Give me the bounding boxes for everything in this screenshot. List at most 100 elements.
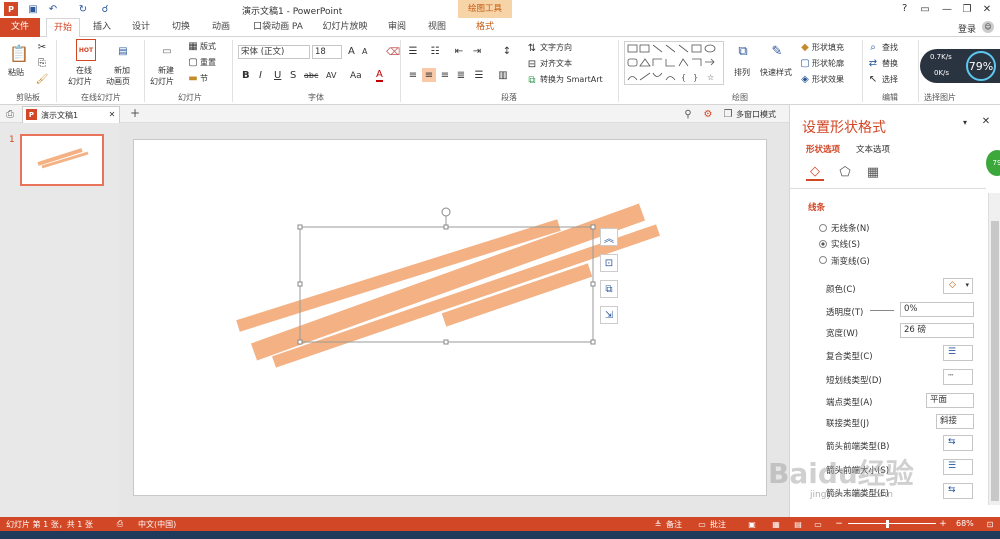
solid-line-label[interactable]: 实线(S) [831, 238, 860, 250]
no-line-radio[interactable] [819, 224, 827, 232]
resize-handle[interactable] [590, 339, 596, 345]
resize-handle[interactable] [297, 281, 303, 287]
new-animation-label-1[interactable]: 新加 [114, 65, 130, 76]
no-line-label[interactable]: 无线条(N) [831, 222, 870, 234]
reading-view-icon[interactable]: ▤ [792, 518, 804, 530]
transparency-input[interactable]: 0% [900, 302, 974, 317]
resize-handle[interactable] [443, 224, 449, 230]
find-label[interactable]: 查找 [882, 42, 898, 53]
strikethrough-button[interactable]: abc [304, 71, 318, 80]
align-center-icon[interactable]: ≡ [422, 68, 436, 82]
transparency-slider[interactable] [870, 310, 894, 311]
distributed-icon[interactable]: ☰ [472, 68, 486, 82]
paste-label[interactable]: 粘贴 [8, 67, 24, 78]
tab-shape-options[interactable]: 形状选项 [806, 143, 840, 155]
smartart-label[interactable]: 转换为 SmartArt [540, 74, 603, 85]
find-icon[interactable]: ⌕ [868, 42, 878, 53]
width-input[interactable]: 26 磅 [900, 323, 974, 338]
zoom-out-icon[interactable]: − [834, 518, 844, 530]
minimize-icon[interactable]: — [940, 2, 954, 16]
dash-type-button[interactable]: ┅ [943, 369, 973, 385]
tab-text-options[interactable]: 文本选项 [856, 143, 890, 155]
close-icon[interactable]: ✕ [980, 2, 994, 16]
shape-outline-icon[interactable]: ▢ [800, 58, 810, 69]
zoom-slider-thumb[interactable] [886, 520, 889, 528]
pin-icon[interactable]: ⚲ [682, 108, 694, 120]
save-icon[interactable]: ▣ [26, 2, 40, 16]
cap-type-select[interactable]: 平面 [926, 393, 974, 408]
multi-window-icon[interactable]: ❐ [722, 108, 734, 120]
line-shapes[interactable] [134, 140, 768, 497]
slide-thumbnail[interactable] [20, 134, 104, 186]
tab-format[interactable]: 格式 [462, 18, 508, 37]
pane-dropdown-icon[interactable]: ▾ [960, 117, 970, 127]
online-slide-icon[interactable]: HOT [76, 39, 96, 61]
gradient-line-label[interactable]: 渐变线(G) [831, 255, 870, 267]
replace-label[interactable]: 替换 [882, 58, 898, 69]
comments-button[interactable]: 批注 [710, 519, 726, 530]
tab-design[interactable]: 设计 [124, 18, 158, 37]
numbering-icon[interactable]: ☷ [428, 44, 442, 58]
quick-styles-label[interactable]: 快速样式 [760, 67, 792, 78]
new-animation-label-2[interactable]: 动画页 [106, 76, 130, 87]
sorter-view-icon[interactable]: ▦ [770, 518, 782, 530]
cut-icon[interactable]: ✂ [36, 41, 48, 53]
replace-icon[interactable]: ⇄ [868, 58, 878, 69]
shape-style-icon[interactable]: ⊡ [600, 254, 618, 272]
grow-font-button[interactable]: A [348, 46, 355, 57]
shape-outline-label[interactable]: 形状轮廓 [812, 58, 844, 69]
shape-fill-float-icon[interactable]: ⧉ [600, 280, 618, 298]
align-left-icon[interactable]: ≡ [406, 68, 420, 82]
columns-icon[interactable]: ▥ [496, 68, 510, 82]
text-direction-label[interactable]: 文字方向 [540, 42, 572, 53]
italic-button[interactable]: I [259, 70, 262, 81]
quick-access-icon[interactable]: ☌ [98, 2, 112, 16]
font-size-select[interactable]: 18 [312, 45, 342, 59]
size-properties-icon[interactable]: ▦ [864, 163, 882, 181]
language[interactable]: 中文(中国) [138, 519, 176, 530]
text-direction-icon[interactable]: ⇅ [526, 42, 538, 54]
shape-effect-label[interactable]: 形状效果 [812, 74, 844, 85]
tab-view[interactable]: 视图 [420, 18, 454, 37]
arrange-icon[interactable]: ⧉ [734, 41, 752, 61]
align-right-icon[interactable]: ≡ [438, 68, 452, 82]
join-type-select[interactable]: 斜接 [936, 414, 974, 429]
slide-canvas[interactable]: ︽ ⊡ ⧉ ⇲ [133, 139, 767, 496]
tab-slideshow[interactable]: 幻灯片放映 [318, 18, 372, 37]
resize-handle[interactable] [297, 339, 303, 345]
zoom-slider[interactable] [848, 523, 936, 524]
bullets-icon[interactable]: ☰ [406, 44, 420, 58]
decrease-indent-icon[interactable]: ⇤ [452, 44, 466, 58]
format-painter-icon[interactable]: 🖌 [36, 73, 49, 85]
justify-icon[interactable]: ≣ [454, 68, 468, 82]
fit-slide-icon[interactable]: ⊡ [984, 518, 996, 530]
resize-handle[interactable] [443, 339, 449, 345]
pane-close-icon[interactable]: ✕ [980, 115, 992, 127]
tab-file[interactable]: 文件 [0, 18, 40, 37]
section-icon[interactable]: ▬ [188, 73, 198, 84]
resize-handle[interactable] [590, 281, 596, 287]
document-list-icon[interactable]: ⎙ [4, 108, 16, 120]
compound-type-button[interactable]: ☰ [943, 345, 973, 361]
layout-label[interactable]: 版式 [200, 41, 216, 52]
resize-handle[interactable] [297, 224, 303, 230]
tab-pocket-animation[interactable]: 口袋动画 PA [246, 18, 310, 37]
notes-button[interactable]: 备注 [666, 519, 682, 530]
new-slide-icon[interactable]: ▭ [156, 41, 178, 61]
tab-transitions[interactable]: 切换 [164, 18, 198, 37]
comments-icon[interactable]: ▭ [696, 518, 708, 530]
section-label[interactable]: 节 [200, 73, 208, 84]
restore-icon[interactable]: ❐ [960, 2, 974, 16]
resize-handle[interactable] [590, 224, 596, 230]
clear-format-icon[interactable]: ⌫ [386, 45, 400, 59]
char-spacing-button[interactable]: AV [326, 71, 336, 80]
change-case-button[interactable]: Aa [350, 71, 362, 81]
undo-icon[interactable]: ↶ [46, 2, 60, 16]
shapes-gallery[interactable]: { } ☆ [624, 41, 724, 85]
color-picker-button[interactable]: ◇ ▾ [943, 278, 973, 294]
fill-line-icon[interactable]: ◇ [806, 163, 824, 181]
align-text-label[interactable]: 对齐文本 [540, 58, 572, 69]
normal-view-icon[interactable]: ▣ [746, 518, 758, 530]
solid-line-radio[interactable] [819, 240, 827, 248]
notes-icon[interactable]: ≜ [652, 518, 664, 530]
